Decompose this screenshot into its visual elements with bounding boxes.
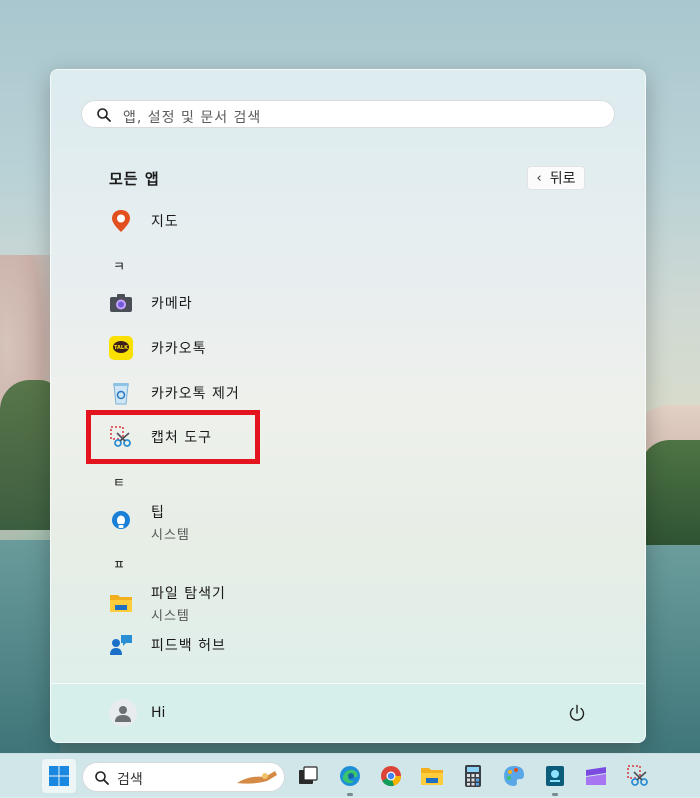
app-name: 피드백 허브 [151, 638, 226, 654]
letter-header[interactable]: ㅌ [113, 472, 125, 491]
back-label: 뒤로 [549, 171, 576, 187]
chrome-icon[interactable] [379, 764, 403, 788]
running-indicator [347, 793, 353, 796]
start-menu: 앱, 설정 및 문서 검색 모든 앱 ‹ 뒤로 지도 ㅋ 카메라 TALK 카카… [50, 69, 646, 743]
windows-logo-icon [49, 766, 69, 786]
app-subtitle: 시스템 [151, 608, 190, 624]
search-highlight-illustration-icon [237, 771, 277, 784]
uninstall-icon [109, 381, 133, 405]
taskbar: 검색 [0, 753, 700, 798]
kakaotalk-icon: TALK [109, 336, 133, 360]
snipping-tool-icon[interactable] [626, 764, 650, 788]
app-name: 카카오톡 제거 [151, 386, 240, 402]
camera-icon [109, 291, 133, 315]
chevron-left-icon: ‹ [536, 170, 542, 186]
letter-header[interactable]: ㅍ [113, 554, 125, 573]
avatar[interactable] [109, 699, 137, 727]
taskbar-search-label: 검색 [117, 772, 143, 788]
all-apps-title: 모든 앱 [109, 170, 160, 188]
highlight-box [86, 410, 260, 464]
search-icon [97, 108, 111, 122]
file-explorer-icon[interactable] [420, 764, 444, 788]
app-item-file-explorer[interactable]: 파일 탐색기 시스템 [109, 584, 226, 624]
app-item-feedback-hub[interactable]: 피드백 허브 [109, 630, 226, 660]
back-button[interactable]: ‹ 뒤로 [527, 166, 585, 190]
feedback-hub-icon [109, 633, 133, 657]
power-icon[interactable] [568, 704, 586, 722]
wallpaper-water-right [640, 545, 700, 755]
calculator-icon[interactable] [461, 764, 485, 788]
app-name: 파일 탐색기 [151, 585, 226, 602]
tips-icon [109, 510, 133, 534]
app-item-kakaotalk-uninstall[interactable]: 카카오톡 제거 [109, 378, 240, 408]
task-view-icon[interactable] [296, 764, 320, 788]
file-explorer-icon [109, 591, 133, 615]
app-name: 지도 [151, 214, 179, 230]
user-name[interactable]: Hi [151, 705, 165, 721]
app-item-tips[interactable]: 팁 시스템 [109, 503, 190, 543]
app-name: 카카오톡 [151, 341, 207, 357]
clipchamp-icon[interactable] [584, 764, 608, 788]
app-item-camera[interactable]: 카메라 [109, 288, 193, 318]
app-item-kakaotalk[interactable]: TALK 카카오톡 [109, 333, 207, 363]
letter-header[interactable]: ㅋ [113, 256, 125, 275]
search-icon [95, 771, 109, 785]
search-placeholder: 앱, 설정 및 문서 검색 [123, 110, 262, 126]
start-search-input[interactable]: 앱, 설정 및 문서 검색 [81, 100, 615, 128]
app-name: 팁 [151, 504, 165, 521]
app-name: 카메라 [151, 296, 193, 312]
app-subtitle: 시스템 [151, 527, 190, 543]
running-indicator [552, 793, 558, 796]
app-icon[interactable] [543, 764, 567, 788]
start-menu-footer: Hi [51, 683, 645, 742]
svg-text:TALK: TALK [114, 345, 129, 351]
app-item-maps[interactable]: 지도 [109, 206, 179, 236]
maps-icon [109, 209, 133, 233]
start-button[interactable] [42, 759, 76, 793]
taskbar-search-input[interactable]: 검색 [82, 762, 285, 792]
edge-icon[interactable] [338, 764, 362, 788]
wallpaper-trees-right [640, 440, 700, 550]
paint-icon[interactable] [502, 764, 526, 788]
user-icon [115, 706, 131, 722]
